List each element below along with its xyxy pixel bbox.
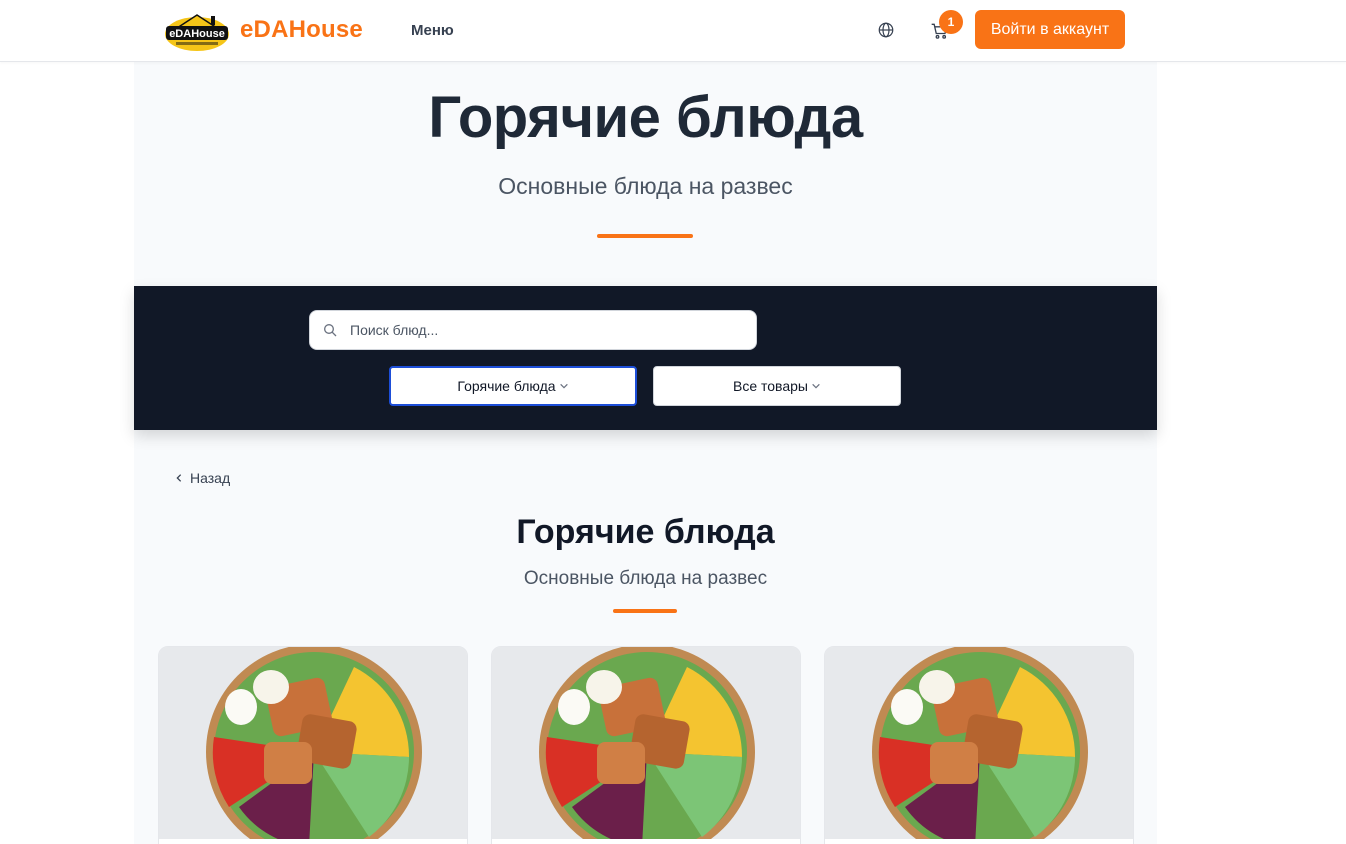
chevron-down-icon (559, 384, 568, 389)
category-select[interactable]: Горячие блюда (389, 366, 637, 406)
chevron-down-icon (812, 384, 820, 389)
product-card[interactable] (158, 646, 468, 844)
product-card[interactable] (491, 646, 801, 844)
product-card[interactable] (824, 646, 1134, 844)
logo[interactable]: eDAHouse (164, 10, 230, 52)
hero-subtitle: Основные блюда на развес (498, 173, 793, 199)
search-input[interactable] (350, 311, 750, 349)
logo-text: eDAHouse (169, 28, 225, 40)
cart-count-badge: 1 (939, 10, 963, 34)
search-box[interactable] (309, 310, 757, 350)
section-title: Горячие блюда (516, 513, 775, 551)
back-link[interactable]: Назад (174, 470, 230, 486)
hero-divider (597, 234, 693, 238)
chevron-left-icon (176, 474, 182, 483)
products-select-value: Все товары (733, 378, 808, 394)
products-select[interactable]: Все товары (653, 366, 901, 406)
globe-icon[interactable] (877, 21, 895, 39)
back-label: Назад (190, 470, 231, 486)
section-divider (613, 609, 677, 613)
category-select-value: Горячие блюда (457, 378, 556, 394)
product-image (825, 647, 1133, 839)
search-icon (324, 324, 337, 337)
product-image (492, 647, 800, 839)
product-image (159, 647, 467, 839)
section-subtitle: Основные блюда на развес (523, 568, 768, 589)
hero-title: Горячие блюда (428, 85, 863, 150)
page-content: Горячие блюда Основные блюда на развес Г… (134, 62, 1157, 844)
filter-bar: Горячие блюда Все товары (134, 286, 1157, 430)
brand-name[interactable]: eDAHouse (240, 16, 363, 44)
login-button[interactable]: Войти в аккаунт (975, 10, 1125, 49)
top-header: eDAHouse eDAHouse Меню 1 Войти в аккаунт (0, 0, 1346, 62)
nav-menu-link[interactable]: Меню (411, 22, 454, 39)
